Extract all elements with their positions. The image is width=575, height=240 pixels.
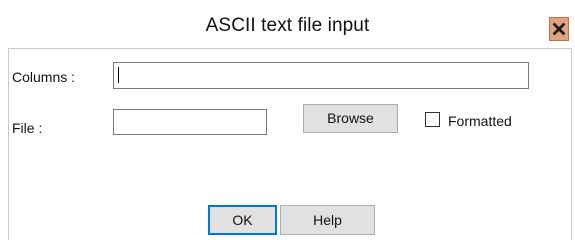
- formatted-label[interactable]: Formatted: [448, 113, 512, 129]
- browse-button[interactable]: Browse: [303, 104, 398, 133]
- help-button[interactable]: Help: [280, 205, 375, 235]
- close-x-icon: [552, 22, 566, 36]
- text-caret: [118, 67, 119, 83]
- file-label: File :: [12, 120, 43, 136]
- columns-label: Columns :: [12, 69, 76, 85]
- title-bar[interactable]: ASCII text file input: [0, 0, 575, 42]
- ok-button[interactable]: OK: [208, 205, 277, 235]
- formatted-checkbox[interactable]: [425, 112, 440, 127]
- dialog-window: ASCII text file input Columns : File : B…: [0, 0, 575, 240]
- close-button[interactable]: [549, 17, 569, 41]
- dialog-client-area: Columns : File : Browse Formatted OK Hel…: [8, 48, 572, 240]
- file-input[interactable]: [113, 109, 267, 135]
- columns-input[interactable]: [113, 62, 529, 89]
- window-title: ASCII text file input: [205, 15, 370, 36]
